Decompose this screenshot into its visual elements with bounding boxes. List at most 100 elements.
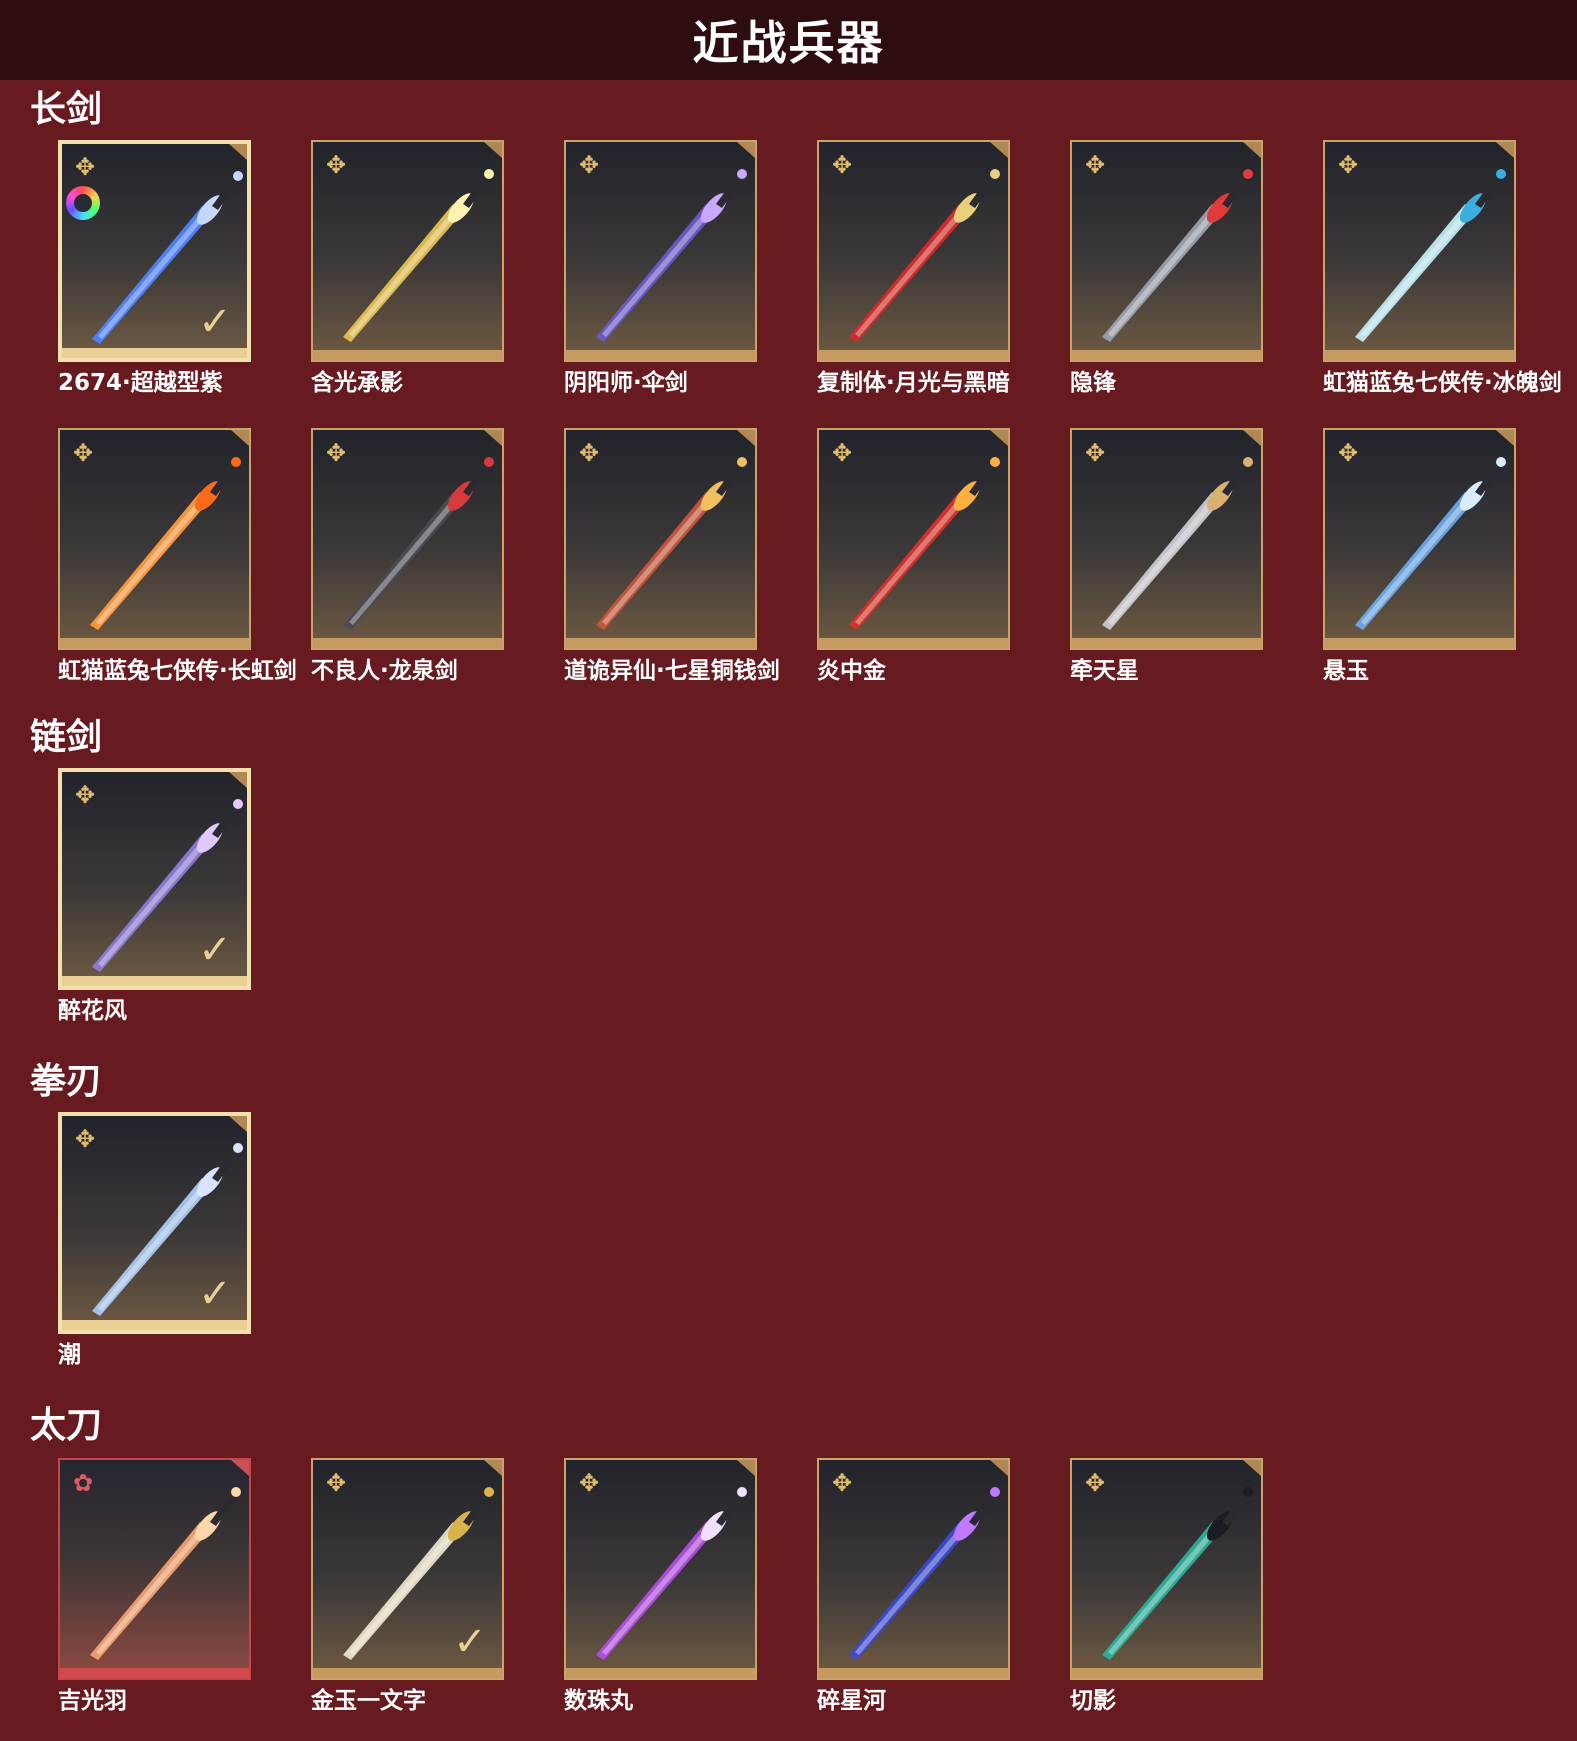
section-title: 链剑	[30, 717, 103, 758]
weapon-name: 虹猫蓝兔七侠传·长虹剑	[58, 658, 297, 684]
color-wheel-icon	[66, 186, 100, 220]
weapon-card[interactable]: ✿ 吉光羽	[58, 1458, 251, 1713]
weapon-card[interactable]: ✥ 虹猫蓝兔七侠传·冰魄剑	[1323, 140, 1562, 395]
equipped-check-icon: ✓	[198, 927, 232, 973]
weapon-name: 数珠丸	[564, 1688, 633, 1714]
gold-quality-icon: ✥	[1084, 439, 1106, 467]
rarity-strip	[1072, 350, 1261, 360]
rarity-strip	[819, 350, 1008, 360]
weapon-card[interactable]: ✥ 数珠丸	[564, 1458, 757, 1713]
rarity-strip	[1072, 638, 1261, 648]
gold-quality-icon: ✥	[831, 439, 853, 467]
weapon-card[interactable]: ✥ ✓ 金玉一文字	[311, 1458, 504, 1713]
weapon-name: 道诡异仙·七星铜钱剑	[564, 658, 780, 684]
weapon-card[interactable]: ✥ 虹猫蓝兔七侠传·长虹剑	[58, 428, 297, 683]
gold-quality-icon: ✥	[325, 151, 347, 179]
header-bar: 近战兵器	[0, 0, 1577, 80]
weapon-name: 潮	[58, 1342, 81, 1368]
weapon-thumbnail: ✥	[58, 428, 251, 650]
rarity-strip	[62, 348, 247, 358]
rarity-strip	[62, 976, 247, 986]
weapon-name: 碎星河	[817, 1688, 886, 1714]
weapon-name: 金玉一文字	[311, 1688, 426, 1714]
gold-quality-icon: ✥	[578, 439, 600, 467]
weapon-thumbnail: ✥	[1323, 428, 1516, 650]
rarity-strip	[60, 1668, 249, 1678]
weapon-thumbnail: ✥ ✓	[311, 1458, 504, 1680]
rarity-strip	[819, 1668, 1008, 1678]
rarity-strip	[313, 1668, 502, 1678]
weapon-card[interactable]: ✥ 道诡异仙·七星铜钱剑	[564, 428, 780, 683]
rarity-strip	[1072, 1668, 1261, 1678]
weapon-thumbnail: ✥	[817, 1458, 1010, 1680]
weapon-card[interactable]: ✥ 牵天星	[1070, 428, 1263, 683]
weapon-name: 悬玉	[1323, 658, 1369, 684]
rarity-strip	[566, 1668, 755, 1678]
weapon-thumbnail: ✥ ✓	[58, 140, 251, 362]
weapon-card[interactable]: ✥ 不良人·龙泉剑	[311, 428, 504, 683]
weapon-thumbnail: ✥	[564, 140, 757, 362]
weapon-thumbnail: ✥ ✓	[58, 1112, 251, 1334]
rarity-strip	[566, 638, 755, 648]
gold-quality-icon: ✥	[325, 1469, 347, 1497]
gold-quality-icon: ✥	[74, 781, 96, 809]
gold-quality-icon: ✥	[72, 439, 94, 467]
gold-quality-icon: ✥	[578, 151, 600, 179]
gold-quality-icon: ✥	[1084, 151, 1106, 179]
weapon-thumbnail: ✥	[1070, 1458, 1263, 1680]
weapon-thumbnail: ✥	[1323, 140, 1516, 362]
section-title: 拳刃	[30, 1061, 103, 1102]
weapon-thumbnail: ✥	[311, 140, 504, 362]
weapon-name: 炎中金	[817, 658, 886, 684]
gold-quality-icon: ✥	[578, 1469, 600, 1497]
weapon-name: 吉光羽	[58, 1688, 127, 1714]
gold-quality-icon: ✥	[831, 1469, 853, 1497]
weapon-thumbnail: ✿	[58, 1458, 251, 1680]
weapon-name: 不良人·龙泉剑	[311, 658, 458, 684]
rarity-strip	[313, 638, 502, 648]
gold-quality-icon: ✥	[325, 439, 347, 467]
rarity-strip	[566, 350, 755, 360]
weapon-thumbnail: ✥	[1070, 428, 1263, 650]
weapon-card[interactable]: ✥ 隐锋	[1070, 140, 1263, 395]
rarity-strip	[1325, 638, 1514, 648]
red-star-quality-icon: ✿	[72, 1469, 94, 1497]
weapon-thumbnail: ✥ ✓	[58, 768, 251, 990]
weapon-card[interactable]: ✥ 悬玉	[1323, 428, 1516, 683]
weapon-card[interactable]: ✥ 复制体·月光与黑暗	[817, 140, 1010, 395]
gold-quality-icon: ✥	[831, 151, 853, 179]
weapon-card[interactable]: ✥ 碎星河	[817, 1458, 1010, 1713]
rarity-strip	[62, 1320, 247, 1330]
weapon-name: 虹猫蓝兔七侠传·冰魄剑	[1323, 370, 1562, 396]
gold-quality-icon: ✥	[1337, 439, 1359, 467]
rarity-strip	[60, 638, 249, 648]
weapon-name: 含光承影	[311, 370, 403, 396]
weapon-name: 切影	[1070, 1688, 1116, 1714]
weapon-card[interactable]: ✥ 阴阳师·伞剑	[564, 140, 757, 395]
page-title: 近战兵器	[692, 16, 885, 70]
weapon-thumbnail: ✥	[817, 140, 1010, 362]
weapon-thumbnail: ✥	[817, 428, 1010, 650]
weapon-card[interactable]: ✥ ✓ 2674·超越型紫	[58, 140, 251, 395]
weapon-name: 牵天星	[1070, 658, 1139, 684]
equipped-check-icon: ✓	[453, 1619, 487, 1665]
weapon-name: 阴阳师·伞剑	[564, 370, 688, 396]
gold-quality-icon: ✥	[1084, 1469, 1106, 1497]
weapon-thumbnail: ✥	[1070, 140, 1263, 362]
section-title: 长剑	[30, 89, 103, 130]
rarity-strip	[819, 638, 1008, 648]
weapon-name: 醉花风	[58, 998, 127, 1024]
gold-quality-icon: ✥	[1337, 151, 1359, 179]
rarity-strip	[1325, 350, 1514, 360]
weapon-card[interactable]: ✥ 含光承影	[311, 140, 504, 395]
weapon-thumbnail: ✥	[564, 1458, 757, 1680]
weapon-thumbnail: ✥	[564, 428, 757, 650]
weapon-name: 隐锋	[1070, 370, 1116, 396]
weapon-card[interactable]: ✥ ✓ 潮	[58, 1112, 251, 1367]
weapon-card[interactable]: ✥ 切影	[1070, 1458, 1263, 1713]
gold-quality-icon: ✥	[74, 1125, 96, 1153]
weapon-name: 复制体·月光与黑暗	[817, 370, 1010, 396]
gold-quality-icon: ✥	[74, 153, 96, 181]
weapon-card[interactable]: ✥ ✓ 醉花风	[58, 768, 251, 1023]
weapon-card[interactable]: ✥ 炎中金	[817, 428, 1010, 683]
